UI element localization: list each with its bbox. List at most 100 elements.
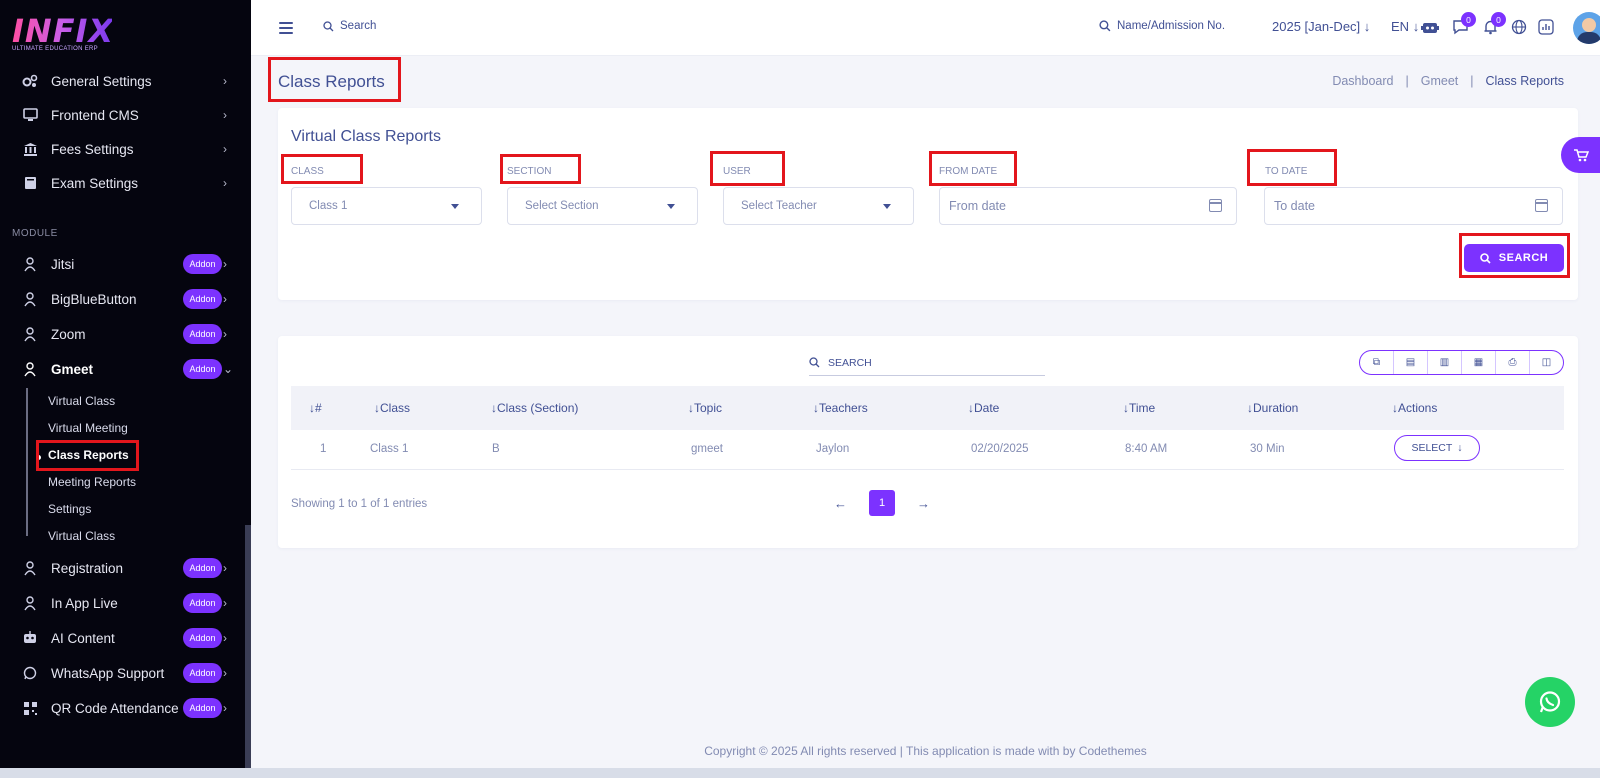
addon-badge: Addon (183, 628, 222, 648)
sidebar-item-fees-settings[interactable]: Fees Settings › (0, 134, 245, 164)
breadcrumb-gmeet[interactable]: Gmeet (1421, 74, 1459, 88)
table-search-placeholder: SEARCH (828, 356, 872, 369)
table-header: ↓# ↓Class ↓Class (Section) ↓Topic ↓Teach… (291, 386, 1564, 430)
breadcrumb: Dashboard | Gmeet | Class Reports (1332, 74, 1564, 88)
search-icon (809, 357, 820, 368)
year-selector[interactable]: 2025 [Jan-Dec] ↓ (1272, 19, 1370, 34)
chevron-right-icon: › (223, 257, 227, 271)
submenu-item-virtual-class[interactable]: Virtual Class (48, 394, 115, 408)
chat-icon[interactable]: 0 (1451, 12, 1476, 36)
sidebar-scrollbar[interactable] (245, 525, 251, 778)
column-header-duration[interactable]: ↓Duration (1247, 401, 1298, 415)
column-header-topic[interactable]: ↓Topic (688, 401, 722, 415)
search-icon (1479, 252, 1491, 264)
sidebar-item-bigbluebutton[interactable]: BigBlueButton Addon › (0, 284, 245, 314)
section-select[interactable]: Select Section (507, 187, 698, 225)
next-page-icon[interactable]: → (917, 496, 930, 511)
top-search-label: Search (340, 20, 377, 32)
table-search-input[interactable]: SEARCH (809, 350, 1045, 376)
prev-page-icon[interactable]: ← (834, 496, 847, 511)
from-date-input[interactable]: From date (939, 187, 1237, 225)
submenu-item-meeting-reports[interactable]: Meeting Reports (48, 475, 136, 489)
name-admission-search[interactable]: Name/Admission No. (1099, 20, 1225, 32)
column-header-section[interactable]: ↓Class (Section) (491, 401, 578, 415)
columns-icon[interactable]: ◫ (1530, 351, 1563, 374)
sidebar-item-gmeet[interactable]: Gmeet Addon ⌄ (0, 354, 245, 384)
column-label: Teachers (819, 401, 868, 415)
filter-card: Virtual Class Reports CLASS Class 1 SECT… (278, 108, 1578, 300)
chevron-right-icon: › (223, 327, 227, 341)
sidebar-item-in-app-live[interactable]: In App Live Addon › (0, 588, 245, 618)
sidebar-item-jitsi[interactable]: Jitsi Addon › (0, 249, 245, 279)
sidebar-item-label: Gmeet (51, 361, 94, 377)
teacher-select[interactable]: Select Teacher (723, 187, 914, 225)
user-avatar[interactable] (1573, 12, 1600, 44)
whatsapp-floating-button[interactable] (1525, 677, 1575, 727)
book-icon (22, 175, 38, 191)
column-header-no[interactable]: ↓# (309, 401, 322, 415)
robot-icon[interactable] (1421, 18, 1439, 36)
search-button-label: SEARCH (1498, 252, 1549, 264)
column-header-class[interactable]: ↓Class (374, 401, 410, 415)
user-tie-icon (22, 326, 38, 342)
submenu-item-virtual-class-2[interactable]: Virtual Class (48, 529, 115, 543)
pagination: ← 1 → (834, 490, 930, 516)
language-selector[interactable]: EN ↓ (1391, 19, 1419, 34)
submenu-item-class-reports[interactable]: Class Reports (48, 448, 129, 462)
submenu-item-settings[interactable]: Settings (48, 502, 91, 516)
sidebar-item-whatsapp-support[interactable]: WhatsApp Support Addon › (0, 658, 245, 688)
cart-floating-button[interactable] (1561, 137, 1600, 173)
submenu-item-virtual-meeting[interactable]: Virtual Meeting (48, 421, 128, 435)
sidebar-item-frontend-cms[interactable]: Frontend CMS › (0, 100, 245, 130)
chevron-right-icon: › (223, 666, 227, 680)
infix-logo[interactable]: INFIX ULTIMATE EDUCATION ERP (12, 14, 113, 58)
sidebar-item-zoom[interactable]: Zoom Addon › (0, 319, 245, 349)
sidebar-item-ai-content[interactable]: AI Content Addon › (0, 623, 245, 653)
chevron-right-icon: › (223, 561, 227, 575)
class-select[interactable]: Class 1 (291, 187, 482, 225)
cell-date: 02/20/2025 (971, 443, 1029, 455)
results-card: SEARCH ⧉ ▤ ▥ ▦ ⎙ ◫ ↓# ↓Class ↓Class (Sec… (278, 336, 1578, 548)
column-header-time[interactable]: ↓Time (1123, 401, 1155, 415)
chevron-right-icon: › (223, 108, 227, 122)
page-title: Class Reports (278, 72, 385, 91)
user-tie-icon (22, 361, 38, 377)
globe-icon[interactable] (1510, 18, 1528, 36)
module-section-label: MODULE (12, 228, 58, 239)
calendar-icon[interactable] (1209, 199, 1222, 212)
pdf-icon[interactable]: ▦ (1462, 351, 1496, 374)
footer-copyright: Copyright © 2025 All rights reserved | T… (704, 744, 1147, 758)
copy-icon[interactable]: ⧉ (1360, 351, 1394, 374)
column-label: Actions (1398, 401, 1438, 415)
row-action-select-button[interactable]: SELECT ↓ (1394, 435, 1480, 461)
top-search[interactable]: Search (323, 20, 376, 32)
bank-icon (22, 141, 38, 157)
search-button[interactable]: SEARCH (1464, 244, 1564, 272)
sidebar-item-qr-code-attendance[interactable]: QR Code Attendance Addon › (0, 693, 245, 723)
search-icon (1099, 20, 1111, 32)
calendar-icon[interactable] (1535, 199, 1548, 212)
arrow-down-icon: ↓ (1457, 442, 1463, 454)
sidebar: INFIX ULTIMATE EDUCATION ERP General Set… (0, 0, 251, 778)
caret-down-icon (451, 204, 459, 209)
print-icon[interactable]: ⎙ (1496, 351, 1530, 374)
sidebar-item-label: In App Live (51, 595, 118, 611)
entries-info: Showing 1 to 1 of 1 entries (291, 498, 428, 510)
active-dot-icon (36, 455, 41, 460)
column-header-date[interactable]: ↓Date (968, 401, 999, 415)
from-date-placeholder: From date (949, 199, 1006, 213)
class-select-value: Class 1 (309, 200, 348, 212)
page-button-current[interactable]: 1 (869, 490, 895, 516)
bell-icon[interactable]: 0 (1481, 12, 1506, 36)
excel-icon[interactable]: ▤ (1394, 351, 1428, 374)
sidebar-item-exam-settings[interactable]: Exam Settings › (0, 168, 245, 198)
column-header-teachers[interactable]: ↓Teachers (813, 401, 868, 415)
chevron-right-icon: › (223, 701, 227, 715)
hamburger-menu-icon[interactable] (279, 22, 293, 34)
csv-icon[interactable]: ▥ (1428, 351, 1462, 374)
breadcrumb-dashboard[interactable]: Dashboard (1332, 74, 1393, 88)
sidebar-item-general-settings[interactable]: General Settings › (0, 66, 245, 96)
sidebar-item-registration[interactable]: Registration Addon › (0, 553, 245, 583)
chart-icon[interactable] (1537, 18, 1555, 36)
to-date-input[interactable]: To date (1264, 187, 1563, 225)
